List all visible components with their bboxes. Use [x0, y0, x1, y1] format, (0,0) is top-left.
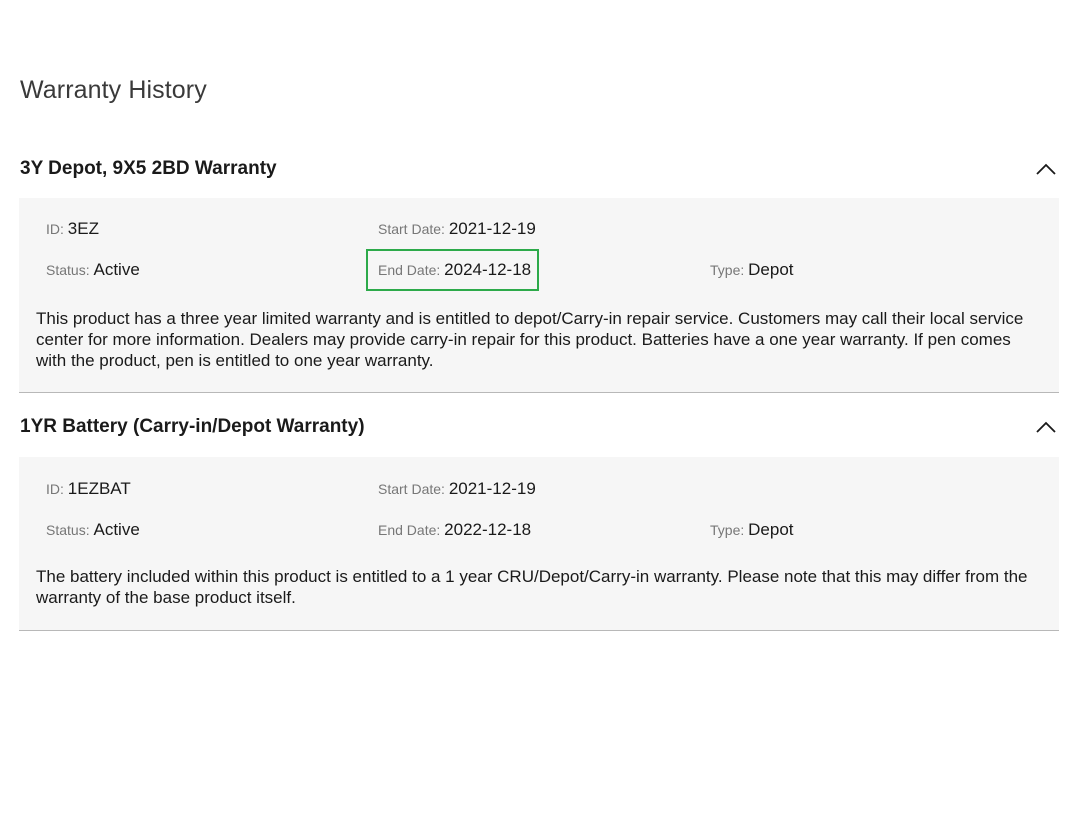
type-value: Depot: [748, 520, 794, 539]
status-field: Status: Active: [46, 260, 140, 279]
id-label: ID: [46, 481, 60, 497]
warranty-description: This product has a three year limited wa…: [36, 309, 1024, 370]
start-date-value: 2021-12-19: [448, 479, 536, 498]
status-value: Active: [93, 260, 140, 279]
id-value: 3EZ: [67, 219, 99, 238]
start-date-field: Start Date: 2021-12-19: [378, 219, 536, 238]
warranty-description: The battery included within this product…: [36, 567, 1028, 607]
id-label: ID: [46, 221, 60, 237]
warranty-section: 3Y Depot, 9X5 2BD Warranty ID: 3EZ Start…: [19, 156, 1059, 393]
warranty-title: 1YR Battery (Carry-in/Depot Warranty): [20, 416, 365, 437]
warranty-title: 3Y Depot, 9X5 2BD Warranty: [20, 158, 277, 179]
end-date-label: End Date: [378, 262, 437, 278]
end-date-field: End Date: 2024-12-18: [365, 249, 540, 291]
end-date-field: End Date: 2022-12-18: [378, 520, 532, 539]
type-field: Type: Depot: [710, 260, 794, 279]
collapse-button[interactable]: [1033, 156, 1059, 182]
status-value: Active: [93, 520, 140, 539]
start-date-value: 2021-12-19: [448, 219, 536, 238]
type-value: Depot: [748, 260, 794, 279]
id-value: 1EZBAT: [67, 479, 131, 498]
type-field: Type: Depot: [710, 520, 794, 539]
page-title: Warranty History: [20, 76, 207, 104]
id-field: ID: 3EZ: [46, 219, 99, 238]
type-label: Type: [710, 262, 741, 278]
collapse-button[interactable]: [1033, 414, 1059, 440]
warranty-header[interactable]: 1YR Battery (Carry-in/Depot Warranty): [19, 414, 1059, 444]
start-date-label: Start Date: [378, 481, 442, 497]
end-date-value: 2022-12-18: [444, 520, 532, 539]
start-date-label: Start Date: [378, 221, 442, 237]
end-date-value: 2024-12-18: [444, 260, 532, 279]
warranty-section: 1YR Battery (Carry-in/Depot Warranty) ID…: [19, 414, 1059, 631]
warranty-details-card: ID: 1EZBAT Start Date: 2021-12-19 Status…: [19, 457, 1059, 631]
start-date-field: Start Date: 2021-12-19: [378, 479, 536, 498]
end-date-highlight: End Date: 2024-12-18: [365, 249, 540, 291]
chevron-up-icon: [1036, 163, 1056, 175]
warranty-details-card: ID: 3EZ Start Date: 2021-12-19 Status: A…: [19, 198, 1059, 393]
end-date-label: End Date: [378, 522, 437, 538]
warranty-header[interactable]: 3Y Depot, 9X5 2BD Warranty: [19, 156, 1059, 186]
id-field: ID: 1EZBAT: [46, 479, 131, 498]
chevron-up-icon: [1036, 421, 1056, 433]
type-label: Type: [710, 522, 741, 538]
status-label: Status: [46, 522, 86, 538]
status-label: Status: [46, 262, 86, 278]
status-field: Status: Active: [46, 520, 140, 539]
